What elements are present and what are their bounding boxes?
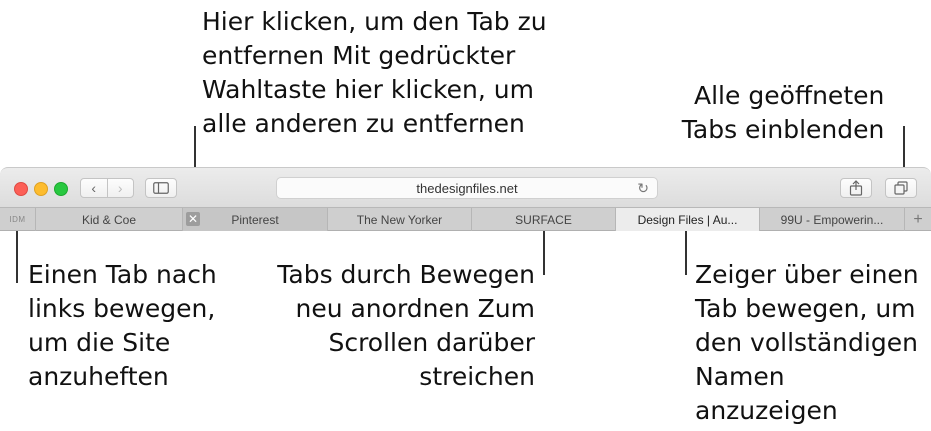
share-button[interactable]	[840, 178, 872, 198]
tab-pinterest[interactable]: ✕ Pinterest	[183, 208, 328, 231]
tabs-overview-icon	[894, 181, 908, 195]
address-text: thedesignfiles.net	[416, 180, 518, 196]
leader-line-rearrange-tabs	[543, 231, 545, 275]
leader-line-hover-tab	[685, 231, 687, 275]
share-icon	[849, 180, 863, 196]
annotation-rearrange-tabs: Tabs durch Bewegen neu anordnen Zum Scro…	[277, 260, 535, 391]
leader-line-show-all-tabs	[903, 126, 905, 168]
pinned-tab[interactable]: IDM	[0, 208, 36, 231]
chevron-right-icon: ›	[117, 180, 123, 196]
show-all-tabs-button[interactable]	[885, 178, 917, 198]
tab-kid-coe[interactable]: Kid & Coe	[36, 208, 183, 231]
annotation-close-tab: Hier klicken, um den Tab zu entfernen Mi…	[202, 7, 547, 138]
tab-label: SURFACE	[515, 212, 572, 227]
annotation-hover-tab: Zeiger über einen Tab bewegen, um den vo…	[695, 260, 919, 425]
back-button[interactable]: ‹	[81, 179, 107, 197]
minimize-window-button[interactable]	[34, 182, 48, 196]
close-window-button[interactable]	[14, 182, 28, 196]
annotation-pin-tab: Einen Tab nach links bewegen, um die Sit…	[28, 260, 217, 391]
reload-icon[interactable]: ↻	[637, 180, 649, 197]
back-forward-group: ‹ ›	[80, 178, 134, 198]
forward-button[interactable]: ›	[106, 179, 134, 197]
zoom-window-button[interactable]	[54, 182, 68, 196]
new-tab-button[interactable]: +	[905, 208, 931, 231]
tab-label: Pinterest	[231, 212, 279, 227]
sidebar-icon	[153, 182, 169, 194]
tab-label: Design Files | Au...	[637, 212, 738, 227]
pinned-tab-label: IDM	[9, 215, 26, 224]
tab-bar: IDM Kid & Coe ✕ Pinterest The New Yorker…	[0, 207, 931, 231]
plus-icon: +	[913, 210, 923, 228]
annotation-show-all-tabs: Alle geöffneten Tabs einblenden	[681, 81, 885, 144]
browser-toolbar: ‹ › thedesignfiles.net ↻	[0, 167, 931, 208]
chevron-left-icon: ‹	[91, 180, 97, 196]
address-bar[interactable]: thedesignfiles.net ↻	[276, 177, 658, 199]
tab-new-yorker[interactable]: The New Yorker	[328, 208, 472, 231]
tab-label: 99U - Empowerin...	[780, 212, 884, 227]
sidebar-button[interactable]	[145, 178, 177, 198]
close-tab-icon[interactable]: ✕	[186, 212, 200, 226]
tab-surface[interactable]: SURFACE	[472, 208, 616, 231]
tab-design-files[interactable]: Design Files | Au...	[616, 208, 760, 231]
tab-label: The New Yorker	[356, 212, 443, 227]
leader-line-pin-tab	[16, 231, 18, 283]
tab-99u[interactable]: 99U - Empowerin...	[760, 208, 905, 231]
tab-label: Kid & Coe	[81, 212, 137, 227]
